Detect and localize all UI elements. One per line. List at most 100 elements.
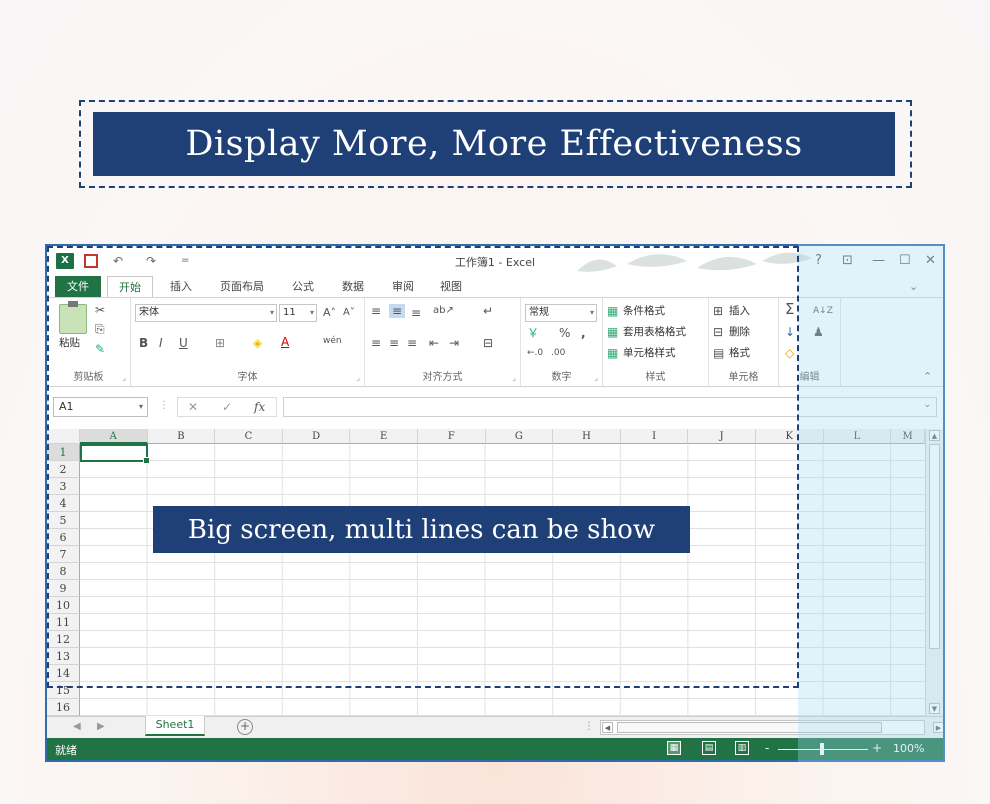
enter-icon[interactable]: ✓ xyxy=(222,399,232,415)
row-header[interactable]: 1 xyxy=(47,444,80,461)
cut-icon[interactable]: ✂ xyxy=(95,303,105,317)
row-header[interactable]: 15 xyxy=(47,682,80,699)
row-header[interactable]: 2 xyxy=(47,461,80,478)
cell-area[interactable] xyxy=(80,444,925,716)
active-cell[interactable] xyxy=(80,444,150,464)
name-box[interactable]: A1 ▾ xyxy=(53,397,148,417)
orientation-icon[interactable]: ab↗ xyxy=(433,304,454,318)
phonetic-icon[interactable]: wén xyxy=(323,334,342,348)
column-header[interactable]: G xyxy=(485,429,554,444)
tab-file[interactable]: 文件 xyxy=(55,276,101,297)
autosum-icon[interactable]: Σ xyxy=(785,302,794,317)
row-header[interactable]: 5 xyxy=(47,512,80,529)
tab-review[interactable]: 审阅 xyxy=(381,276,425,297)
row-header[interactable]: 12 xyxy=(47,631,80,648)
row-header[interactable]: 14 xyxy=(47,665,80,682)
column-header[interactable]: K xyxy=(756,429,824,444)
vertical-scrollbar[interactable]: ▲ ▼ xyxy=(925,429,943,716)
formula-input[interactable]: ⌄ xyxy=(283,397,937,417)
formula-bar-grip-icon[interactable]: ⋮ xyxy=(159,400,169,411)
dialog-launcher-icon[interactable]: ⌟ xyxy=(512,373,516,382)
zoom-level[interactable]: 100% xyxy=(893,742,924,755)
increase-decimal-icon[interactable]: ←.0 xyxy=(527,346,543,360)
align-middle-icon[interactable]: ≡ xyxy=(389,304,406,318)
row-header[interactable]: 11 xyxy=(47,614,80,631)
percent-icon[interactable]: % xyxy=(559,326,570,340)
column-header[interactable]: F xyxy=(418,429,486,444)
copy-icon[interactable]: ⎘ xyxy=(95,322,105,336)
row-header[interactable]: 4 xyxy=(47,495,80,512)
outdent-icon[interactable]: ⇤ xyxy=(429,336,439,350)
maximize-icon[interactable]: ☐ xyxy=(899,253,911,269)
currency-icon[interactable]: ￥ xyxy=(527,326,539,340)
conditional-format-button[interactable]: 条件格式 xyxy=(623,304,665,318)
sort-filter-icon[interactable]: A↓Z xyxy=(813,304,833,318)
next-sheet-icon[interactable]: ▶ xyxy=(97,721,105,732)
column-header[interactable]: E xyxy=(350,429,418,444)
row-header[interactable]: 8 xyxy=(47,563,80,580)
tab-data[interactable]: 数据 xyxy=(331,276,375,297)
tab-home[interactable]: 开始 xyxy=(107,276,153,297)
border-icon[interactable]: ⊞ xyxy=(215,336,225,350)
indent-icon[interactable]: ⇥ xyxy=(449,336,459,350)
page-break-view-icon[interactable]: ▥ xyxy=(735,741,749,755)
tab-page-layout[interactable]: 页面布局 xyxy=(210,276,274,297)
number-format-select[interactable]: 常规 ▾ xyxy=(525,304,597,322)
ribbon-collapse-icon[interactable]: ⌃ xyxy=(923,370,932,383)
page-layout-view-icon[interactable]: ▤ xyxy=(702,741,716,755)
column-header[interactable]: A xyxy=(80,429,148,444)
tab-view[interactable]: 视图 xyxy=(429,276,473,297)
decrease-decimal-icon[interactable]: .00 xyxy=(551,346,565,360)
row-header[interactable]: 13 xyxy=(47,648,80,665)
row-header[interactable]: 9 xyxy=(47,580,80,597)
zoom-slider-thumb[interactable] xyxy=(820,743,824,755)
column-header[interactable]: H xyxy=(553,429,621,444)
align-right-icon[interactable]: ≡ xyxy=(407,336,417,350)
merge-center-icon[interactable]: ⊟ xyxy=(483,336,493,350)
clear-icon[interactable]: ◇ xyxy=(785,346,794,360)
dialog-launcher-icon[interactable]: ⌟ xyxy=(594,373,598,382)
fill-color-icon[interactable]: ◈ xyxy=(253,336,262,350)
font-size-select[interactable]: 11 ▾ xyxy=(279,304,317,322)
chevron-down-icon[interactable]: ⌄ xyxy=(909,280,918,293)
row-header[interactable]: 16 xyxy=(47,699,80,716)
tab-formulas[interactable]: 公式 xyxy=(281,276,325,297)
format-as-table-button[interactable]: 套用表格格式 xyxy=(623,325,686,339)
zoom-in-button[interactable]: + xyxy=(872,741,882,755)
prev-sheet-icon[interactable]: ◀ xyxy=(73,721,81,732)
underline-icon[interactable]: U xyxy=(179,336,188,350)
insert-function-icon[interactable]: fx xyxy=(254,399,265,415)
italic-icon[interactable]: I xyxy=(159,336,163,350)
scroll-down-icon[interactable]: ▼ xyxy=(929,703,940,714)
shrink-font-icon[interactable]: A˅ xyxy=(343,306,355,320)
scroll-left-icon[interactable]: ◀ xyxy=(602,722,613,733)
align-center-icon[interactable]: ≡ xyxy=(389,336,399,350)
help-icon[interactable]: ? xyxy=(815,253,822,269)
paste-button[interactable]: 粘贴 xyxy=(59,336,80,350)
align-bottom-icon[interactable]: ≡ xyxy=(411,306,421,320)
insert-cells-button[interactable]: 插入 xyxy=(729,304,750,318)
delete-cells-button[interactable]: 删除 xyxy=(729,325,750,339)
row-header[interactable]: 3 xyxy=(47,478,80,495)
row-header[interactable]: 6 xyxy=(47,529,80,546)
font-color-icon[interactable]: A xyxy=(281,335,289,349)
column-header[interactable]: C xyxy=(215,429,283,444)
horizontal-scrollbar[interactable]: ◀ ▶ xyxy=(600,720,943,735)
column-header[interactable]: D xyxy=(282,429,351,444)
bold-icon[interactable]: B xyxy=(139,336,148,350)
sheet-tab-sheet1[interactable]: Sheet1 xyxy=(145,716,205,736)
cell-styles-button[interactable]: 单元格样式 xyxy=(623,346,676,360)
cancel-icon[interactable]: ✕ xyxy=(188,399,198,415)
wrap-text-icon[interactable]: ↵ xyxy=(483,304,493,318)
font-name-select[interactable]: 宋体 ▾ xyxy=(135,304,277,322)
dialog-launcher-icon[interactable]: ⌟ xyxy=(356,373,360,382)
paste-icon[interactable] xyxy=(59,301,87,334)
dialog-launcher-icon[interactable]: ⌟ xyxy=(122,373,126,382)
comma-icon[interactable]: , xyxy=(581,326,586,340)
format-cells-button[interactable]: 格式 xyxy=(729,346,750,360)
column-header[interactable]: J xyxy=(688,429,756,444)
align-top-icon[interactable]: ≡ xyxy=(371,304,381,318)
ribbon-display-options-icon[interactable]: ⊡ xyxy=(842,253,853,269)
column-header[interactable]: I xyxy=(620,429,689,444)
scroll-split-grip-icon[interactable]: ⋮ xyxy=(584,721,594,732)
